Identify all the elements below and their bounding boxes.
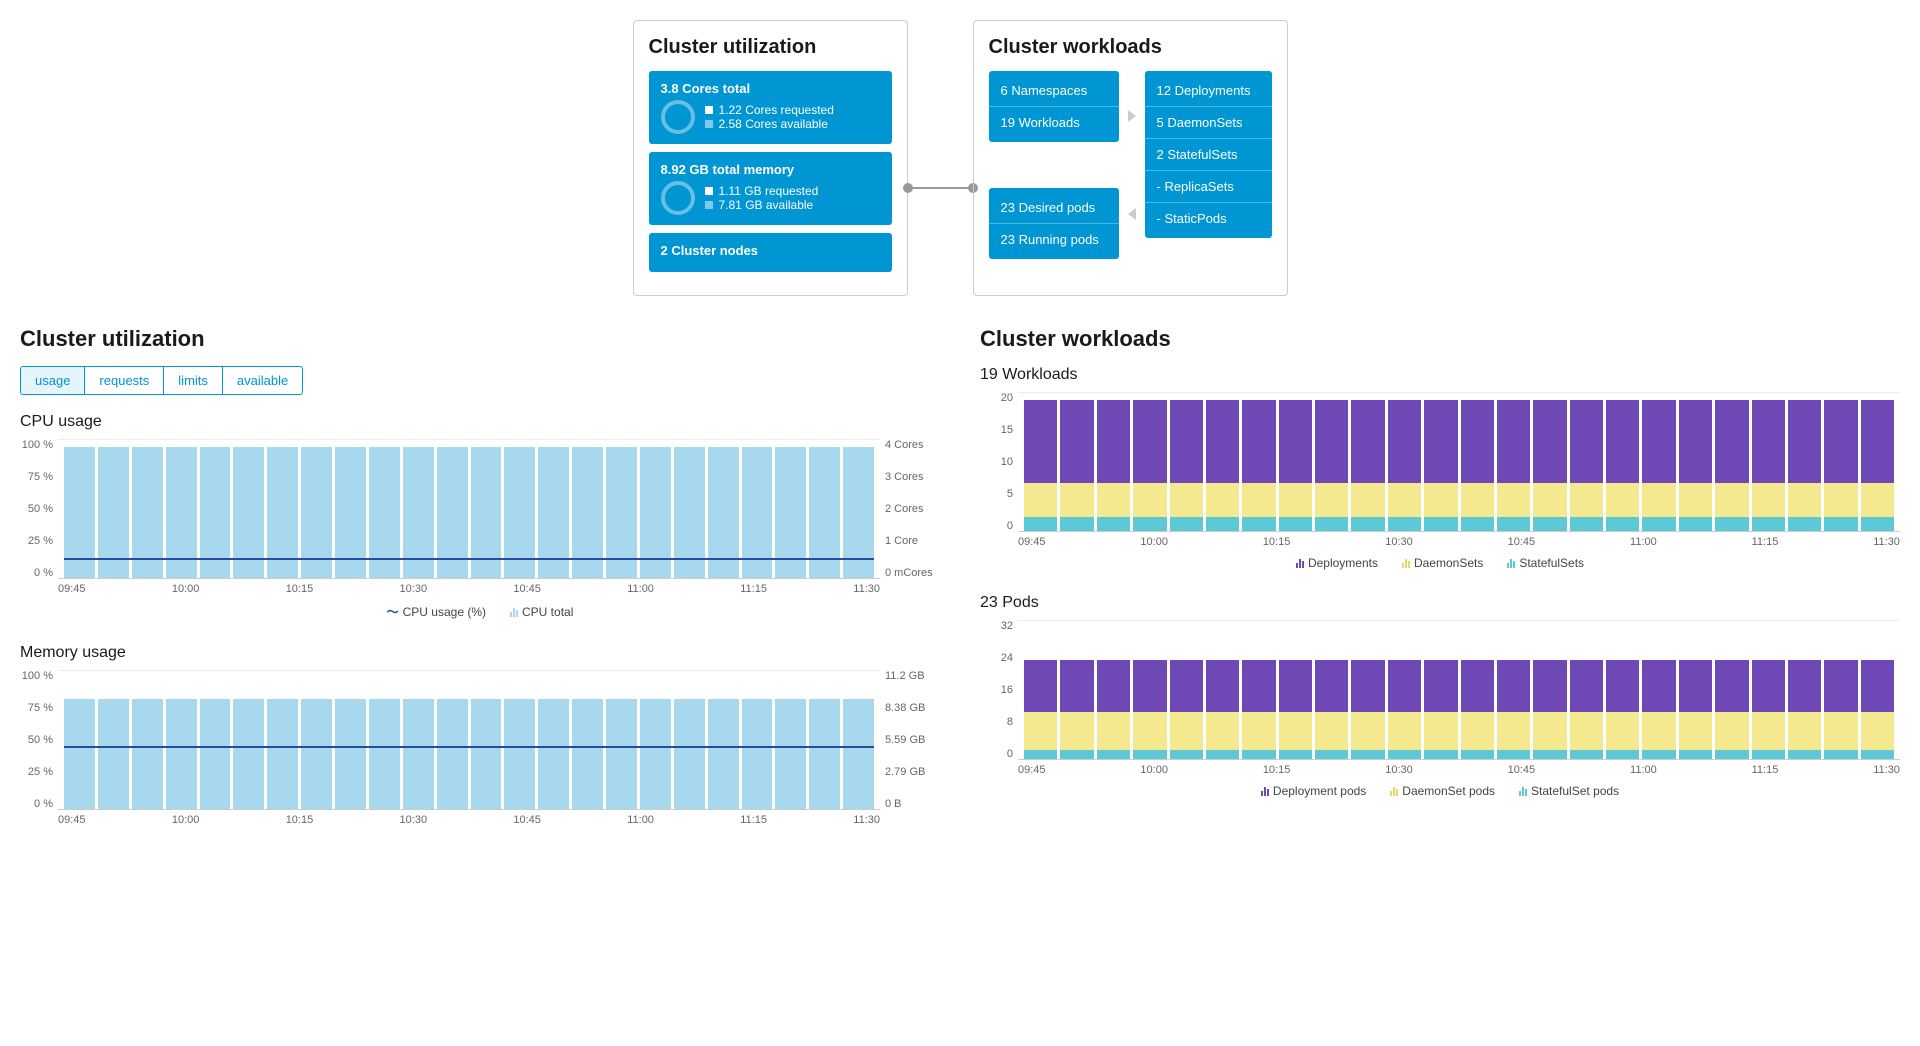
y-axis-left: 100 %75 %50 %25 %0 % <box>20 670 58 810</box>
cpu-usage-chart: CPU usage 100 %75 %50 %25 %0 % 4 Cores3 … <box>20 413 940 620</box>
nodes-box[interactable]: 2 Cluster nodes <box>649 233 892 272</box>
card-connector <box>908 20 973 296</box>
y-axis-right: 4 Cores3 Cores2 Cores1 Core0 mCores <box>880 439 940 579</box>
workload-types-group[interactable]: 12 Deployments 5 DaemonSets 2 StatefulSe… <box>1145 71 1272 238</box>
tab-limits[interactable]: limits <box>164 367 223 394</box>
memory-ring-icon <box>661 181 695 215</box>
chevron-left-icon <box>1128 208 1136 220</box>
legend-statefulset-pods: StatefulSet pods <box>1519 784 1619 798</box>
memory-usage-chart: Memory usage 100 %75 %50 %25 %0 % 11.2 G… <box>20 644 940 826</box>
y-axis-left: 32241680 <box>980 620 1018 760</box>
legend-deployment-pods: Deployment pods <box>1261 784 1366 798</box>
pods-group[interactable]: 23 Desired pods 23 Running pods <box>989 188 1119 259</box>
cores-box[interactable]: 3.8 Cores total 1.22 Cores requested 2.5… <box>649 71 892 144</box>
summary-cards-row: Cluster utilization 3.8 Cores total 1.22… <box>20 20 1900 296</box>
metric-tabs: usage requests limits available <box>20 366 303 395</box>
workloads-section: Cluster workloads 19 Workloads 20151050 … <box>980 326 1900 850</box>
tab-usage[interactable]: usage <box>21 367 85 394</box>
x-axis: 09:4510:0010:1510:3010:4511:0011:1511:30 <box>20 814 940 826</box>
legend-cpu-usage: 〜CPU usage (%) <box>387 603 486 620</box>
tab-requests[interactable]: requests <box>85 367 164 394</box>
legend-deployments: Deployments <box>1296 556 1378 570</box>
card-title: Cluster workloads <box>989 36 1272 59</box>
cores-ring-icon <box>661 100 695 134</box>
x-axis: 09:4510:0010:1510:3010:4511:0011:1511:30 <box>980 764 1900 776</box>
legend-cpu-total: CPU total <box>510 605 573 619</box>
y-axis-right: 11.2 GB8.38 GB5.59 GB2.79 GB0 B <box>880 670 940 810</box>
legend-daemonset-pods: DaemonSet pods <box>1390 784 1495 798</box>
section-title: Cluster utilization <box>20 326 940 352</box>
section-title: Cluster workloads <box>980 326 1900 352</box>
y-axis-left: 100 %75 %50 %25 %0 % <box>20 439 58 579</box>
legend-statefulsets: StatefulSets <box>1507 556 1584 570</box>
legend-daemonsets: DaemonSets <box>1402 556 1483 570</box>
pods-chart: 23 Pods 32241680 09:4510:0010:1510:3010:… <box>980 594 1900 798</box>
cluster-utilization-card: Cluster utilization 3.8 Cores total 1.22… <box>633 20 908 296</box>
x-axis: 09:4510:0010:1510:3010:4511:0011:1511:30 <box>980 536 1900 548</box>
chevron-right-icon <box>1128 110 1136 122</box>
cluster-workloads-card: Cluster workloads 6 Namespaces 19 Worklo… <box>973 20 1288 296</box>
memory-box[interactable]: 8.92 GB total memory 1.11 GB requested 7… <box>649 152 892 225</box>
tab-available[interactable]: available <box>223 367 302 394</box>
workloads-chart: 19 Workloads 20151050 09:4510:0010:1510:… <box>980 366 1900 570</box>
card-title: Cluster utilization <box>649 36 892 59</box>
x-axis: 09:4510:0010:1510:3010:4511:0011:1511:30 <box>20 583 940 595</box>
y-axis-left: 20151050 <box>980 392 1018 532</box>
namespaces-workloads-group[interactable]: 6 Namespaces 19 Workloads <box>989 71 1119 142</box>
utilization-section: Cluster utilization usage requests limit… <box>20 326 940 850</box>
